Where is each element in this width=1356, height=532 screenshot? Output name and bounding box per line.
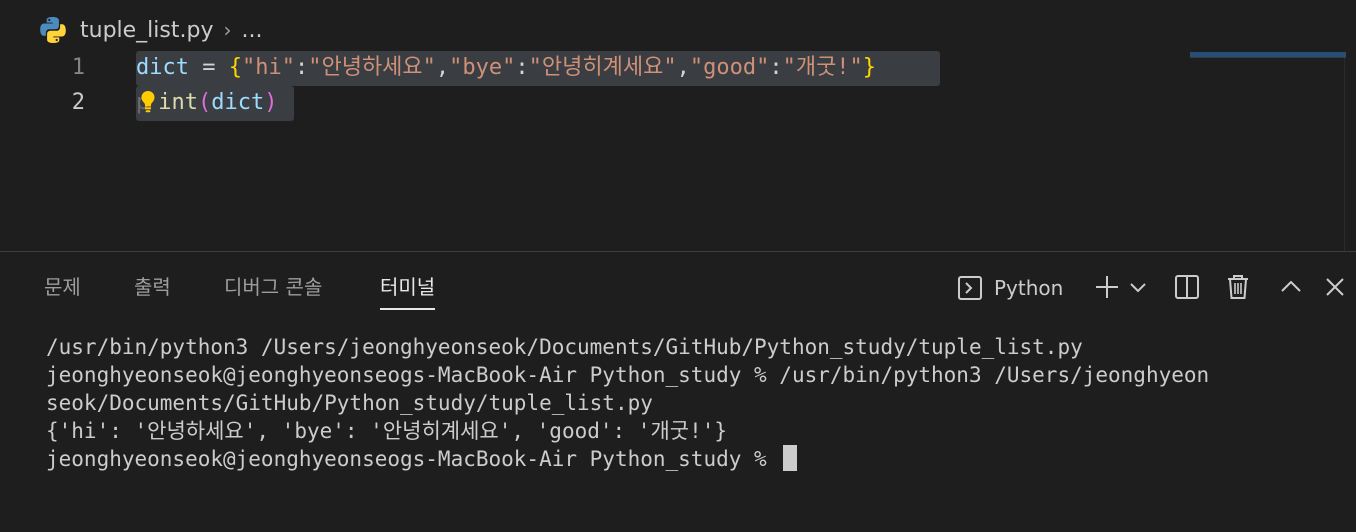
chevron-down-icon[interactable]	[1126, 272, 1150, 302]
code-text[interactable]: p int(dict)	[136, 86, 277, 120]
panel-divider[interactable]	[0, 251, 1356, 252]
trash-icon[interactable]	[1223, 272, 1253, 302]
tab-debug-console[interactable]: 디버그 콘솔	[224, 268, 322, 312]
terminal-line: jeonghyeonseok@jeonghyeonseogs-MacBook-A…	[46, 363, 1210, 387]
panel-tabs: 문제 출력 디버그 콘솔 터미널	[0, 268, 1356, 312]
terminal-output[interactable]: /usr/bin/python3 /Users/jeonghyeonseok/D…	[46, 333, 1346, 473]
terminal-profile-label: Python	[994, 276, 1064, 300]
code-text[interactable]: dict = {"hi":"안녕하세요","bye":"안녕히계세요","goo…	[136, 51, 876, 85]
lightbulb-icon[interactable]	[136, 86, 158, 120]
tab-problems[interactable]: 문제	[44, 268, 81, 312]
close-icon[interactable]	[1320, 272, 1350, 302]
terminal-line: seok/Documents/GitHub/Python_study/tuple…	[46, 391, 653, 415]
terminal-cursor	[783, 445, 798, 471]
terminal-prompt-line[interactable]: jeonghyeonseok@jeonghyeonseogs-MacBook-A…	[46, 445, 1346, 473]
add-terminal-icon[interactable]	[1092, 272, 1122, 302]
code-line[interactable]: 2 p int(dict)	[0, 86, 1356, 120]
python-file-icon	[40, 17, 66, 43]
line-number: 2	[71, 90, 85, 115]
terminal-icon	[958, 276, 982, 300]
tab-output[interactable]: 출력	[134, 268, 171, 312]
terminal-prompt: jeonghyeonseok@jeonghyeonseogs-MacBook-A…	[46, 447, 780, 471]
editor-area[interactable]: tuple_list.py › ... 1 dict = {"hi":"안녕하세…	[0, 0, 1356, 252]
terminal-line: {'hi': '안녕하세요', 'bye': '안녕히계세요', 'good':…	[46, 419, 728, 443]
terminal-profile-selector[interactable]: Python	[958, 270, 1063, 306]
line-number: 1	[71, 55, 85, 80]
maximize-panel-icon[interactable]	[1276, 272, 1306, 302]
breadcrumb: tuple_list.py › ...	[38, 14, 262, 46]
code-line[interactable]: 1 dict = {"hi":"안녕하세요","bye":"안녕히계세요","g…	[0, 51, 1356, 85]
chevron-right-icon: ›	[223, 18, 232, 42]
breadcrumb-file[interactable]: tuple_list.py	[80, 18, 213, 43]
split-terminal-icon[interactable]	[1172, 272, 1202, 302]
breadcrumb-more[interactable]: ...	[241, 18, 262, 43]
terminal-line: /usr/bin/python3 /Users/jeonghyeonseok/D…	[46, 335, 1083, 359]
tab-terminal[interactable]: 터미널	[380, 268, 436, 312]
